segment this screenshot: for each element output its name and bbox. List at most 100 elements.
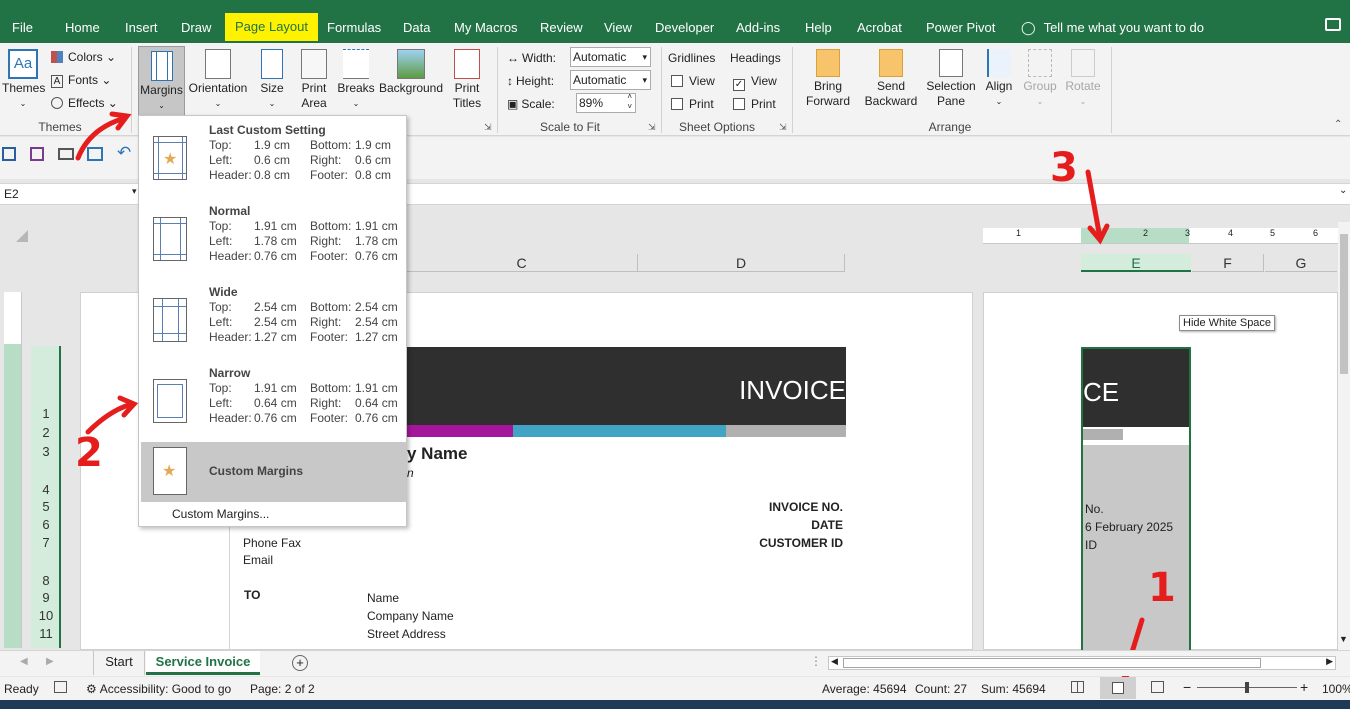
breaks-button[interactable]: Breaks ⌄	[337, 49, 375, 111]
company-name[interactable]: y Name	[407, 444, 467, 464]
horizontal-scrollbar[interactable]: ◀ ▶	[828, 656, 1336, 670]
row-header-11[interactable]: 11	[32, 626, 60, 641]
undo-icon[interactable]: ↶	[117, 143, 131, 163]
custom-margins-link[interactable]: Custom Margins...	[172, 507, 269, 521]
tab-review[interactable]: Review	[534, 17, 589, 43]
page-break-preview-icon[interactable]	[1151, 681, 1164, 693]
date-label[interactable]: DATE	[767, 518, 843, 532]
save-icon[interactable]	[2, 147, 16, 161]
column-header-f[interactable]: F	[1192, 254, 1264, 272]
sheet-tab-start[interactable]: Start	[93, 651, 145, 675]
margin-option-normal[interactable]: Normal Top: 1.91 cm Bottom: 1.91 cm Left…	[141, 199, 406, 279]
tab-home[interactable]: Home	[59, 17, 106, 43]
right-id[interactable]: ID	[1085, 538, 1097, 552]
phone-fax[interactable]: Phone Fax	[243, 536, 301, 550]
tab-my-macros[interactable]: My Macros	[448, 17, 524, 43]
selection-pane-button[interactable]: Selection Pane	[924, 49, 978, 109]
print-preview-icon[interactable]	[87, 147, 103, 161]
column-header-e[interactable]: E	[1081, 254, 1191, 272]
scroll-right-icon[interactable]: ▶	[1326, 656, 1333, 667]
vertical-scrollbar[interactable]: ▼	[1338, 222, 1350, 650]
row-header-9[interactable]: 9	[32, 590, 60, 605]
size-button[interactable]: Size ⌄	[256, 49, 288, 111]
scrollbar-thumb[interactable]	[1340, 234, 1348, 374]
send-backward-button[interactable]: Send Backward	[858, 49, 924, 109]
email[interactable]: Email	[243, 553, 273, 567]
row-header-10[interactable]: 10	[32, 608, 60, 623]
to-street[interactable]: Street Address	[367, 627, 446, 641]
row-header-2[interactable]: 2	[32, 425, 60, 440]
group-button[interactable]: Group ⌄	[1022, 49, 1058, 109]
accessibility-status[interactable]: ⚙ Accessibility: Good to go	[86, 682, 231, 696]
tell-me-box[interactable]: ◯ Tell me what you want to do	[1015, 17, 1210, 43]
to-label[interactable]: TO	[244, 588, 260, 602]
zoom-level[interactable]: 100%	[1322, 682, 1350, 696]
add-sheet-icon[interactable]: +	[292, 655, 308, 671]
tab-formulas[interactable]: Formulas	[321, 17, 387, 43]
column-header-d[interactable]: D	[638, 254, 845, 272]
tab-draw[interactable]: Draw	[175, 17, 217, 43]
right-date[interactable]: 6 February 2025	[1085, 520, 1173, 534]
scroll-sheets-right-icon[interactable]: ▶	[46, 656, 54, 667]
column-header-g[interactable]: G	[1265, 254, 1337, 272]
orientation-button[interactable]: Orientation ⌄	[187, 49, 249, 111]
spinner-arrows-icon[interactable]: ˄ ˅	[627, 92, 632, 112]
row-header-5[interactable]: 5	[32, 499, 60, 514]
save-as-icon[interactable]	[30, 147, 44, 161]
column-header-c[interactable]: C	[406, 254, 638, 272]
tab-add-ins[interactable]: Add-ins	[730, 17, 786, 43]
sheet-tab-service-invoice[interactable]: Service Invoice	[146, 651, 260, 675]
comments-icon[interactable]	[1325, 18, 1341, 31]
tab-power-pivot[interactable]: Power Pivot	[920, 17, 1001, 43]
tab-file[interactable]: File	[6, 17, 39, 43]
to-company[interactable]: Company Name	[367, 609, 454, 623]
scale-dialog-launcher-icon[interactable]: ⇲	[648, 122, 656, 133]
row-header-6[interactable]: 6	[32, 517, 60, 532]
effects-button[interactable]: Effects ⌄	[51, 96, 118, 110]
page-layout-view-button[interactable]	[1100, 677, 1136, 699]
height-dropdown[interactable]: Automatic ▾	[570, 70, 651, 90]
margins-button[interactable]: Margins ⌄	[138, 46, 185, 118]
tab-developer[interactable]: Developer	[649, 17, 720, 43]
row-header-4[interactable]: 4	[32, 482, 60, 497]
zoom-slider-thumb[interactable]	[1245, 682, 1249, 693]
right-no[interactable]: No.	[1085, 502, 1104, 516]
margin-option-narrow[interactable]: Narrow Top: 1.91 cm Bottom: 1.91 cm Left…	[141, 361, 406, 441]
scrollbar-thumb[interactable]	[843, 658, 1261, 668]
page-setup-dialog-launcher-icon[interactable]: ⇲	[484, 122, 492, 133]
gridlines-print-checkbox[interactable]: Print	[671, 97, 714, 111]
company-slogan[interactable]: n	[407, 466, 414, 480]
select-all-corner[interactable]	[16, 230, 28, 242]
print-icon[interactable]	[58, 148, 74, 160]
headings-view-checkbox[interactable]: ✓ View	[733, 74, 777, 91]
normal-view-icon[interactable]	[1071, 681, 1084, 693]
custom-margins-option[interactable]: ★ Custom Margins	[141, 442, 406, 502]
background-button[interactable]: Background	[378, 49, 444, 96]
fonts-button[interactable]: A Fonts ⌄	[51, 73, 111, 88]
row-header-7[interactable]: 7	[32, 535, 60, 550]
tab-acrobat[interactable]: Acrobat	[851, 17, 908, 43]
tab-page-layout[interactable]: Page Layout	[225, 13, 319, 41]
name-box[interactable]: E2	[4, 187, 19, 201]
tab-help[interactable]: Help	[799, 17, 838, 43]
width-dropdown[interactable]: Automatic ▾	[570, 47, 651, 67]
scale-spinner[interactable]: 89% ˄ ˅	[576, 92, 636, 113]
print-area-button[interactable]: Print Area	[295, 49, 333, 111]
headings-print-checkbox[interactable]: Print	[733, 97, 776, 111]
row-header-3[interactable]: 3	[32, 444, 60, 459]
name-box-dropdown-icon[interactable]: ▾	[132, 186, 137, 197]
tab-insert[interactable]: Insert	[119, 17, 164, 43]
zoom-out-icon[interactable]: −	[1183, 679, 1191, 695]
margin-option-last-custom[interactable]: ★ Last Custom Setting Top: 1.9 cm Bottom…	[141, 118, 406, 198]
splitter-handle-icon[interactable]: ⋮	[810, 654, 822, 668]
expand-formula-bar-icon[interactable]: ⌄	[1339, 185, 1347, 196]
collapse-ribbon-icon[interactable]: ⌃	[1334, 119, 1342, 130]
customer-id-label[interactable]: CUSTOMER ID	[717, 536, 843, 550]
rotate-button[interactable]: Rotate ⌄	[1062, 49, 1104, 109]
themes-button[interactable]: Aa Themes ⌄	[2, 49, 45, 111]
macro-record-icon[interactable]	[54, 681, 67, 693]
row-header-1[interactable]: 1	[32, 406, 60, 421]
bring-forward-button[interactable]: Bring Forward	[798, 49, 858, 109]
tab-view[interactable]: View	[598, 17, 638, 43]
print-titles-button[interactable]: Print Titles	[448, 49, 486, 111]
